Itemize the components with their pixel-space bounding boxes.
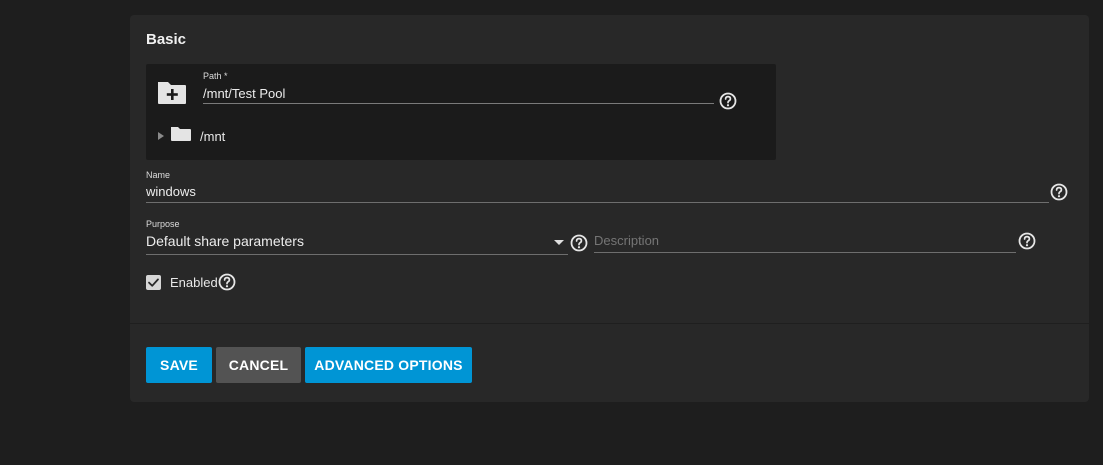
- enabled-checkbox[interactable]: [146, 275, 161, 290]
- path-explorer: Path * /mnt: [146, 64, 776, 160]
- share-form-card: Basic Path * /mnt/Test Pool /mnt Name wi…: [130, 15, 1089, 402]
- description-input[interactable]: [594, 229, 1016, 253]
- purpose-select[interactable]: Default share parameters: [146, 231, 568, 255]
- triangle-right-icon[interactable]: [158, 132, 164, 140]
- folder-icon: [170, 125, 192, 147]
- caret-down-icon: [554, 240, 564, 245]
- divider: [130, 323, 1089, 324]
- check-icon: [148, 278, 159, 287]
- save-button[interactable]: SAVE: [146, 347, 212, 383]
- folder-plus-icon[interactable]: [156, 78, 188, 106]
- tree-node-mnt[interactable]: /mnt: [158, 127, 225, 145]
- name-input[interactable]: [146, 181, 1049, 203]
- section-title: Basic: [146, 31, 187, 48]
- help-icon[interactable]: [1018, 232, 1036, 250]
- purpose-label: Purpose: [146, 219, 180, 229]
- advanced-options-button[interactable]: ADVANCED OPTIONS: [305, 347, 472, 383]
- help-icon[interactable]: [1050, 183, 1068, 201]
- enabled-label: Enabled: [170, 275, 218, 290]
- help-icon[interactable]: [570, 234, 588, 252]
- path-label: Path *: [203, 71, 228, 81]
- help-icon[interactable]: [719, 92, 737, 110]
- path-input[interactable]: [203, 84, 714, 104]
- tree-node-label: /mnt: [200, 128, 226, 144]
- purpose-selected-value: Default share parameters: [146, 233, 304, 249]
- cancel-button[interactable]: CANCEL: [216, 347, 301, 383]
- name-label: Name: [146, 170, 171, 180]
- help-icon[interactable]: [218, 273, 236, 291]
